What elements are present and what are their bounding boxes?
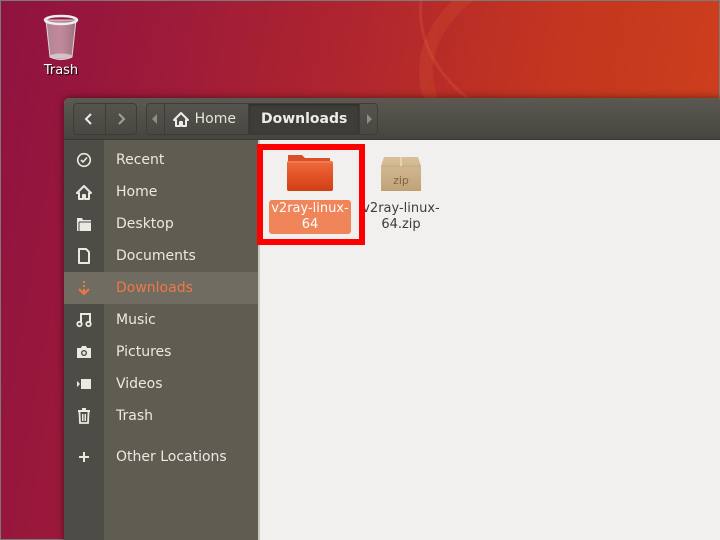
file-view[interactable]: v2ray-linux-64 zip v2ray-linux-64.zip xyxy=(257,140,720,540)
sidebar-item-label: Recent xyxy=(116,152,165,168)
file-item-zip[interactable]: zip v2ray-linux-64.zip xyxy=(358,153,444,234)
sidebar-item-label: Music xyxy=(116,312,156,328)
folder-icon xyxy=(64,217,104,232)
sidebar-item-label: Home xyxy=(116,184,158,200)
file-name: v2ray-linux-64.zip xyxy=(362,201,440,232)
sidebar-item-videos[interactable]: Videos xyxy=(64,368,260,400)
sidebar-item-label: Other Locations xyxy=(116,449,227,465)
video-icon xyxy=(64,378,104,390)
music-icon xyxy=(64,312,104,328)
sidebar-item-label: Trash xyxy=(116,408,153,424)
sidebar-item-label: Desktop xyxy=(116,216,174,232)
zip-badge: zip xyxy=(393,174,409,187)
sidebar-item-trash[interactable]: Trash xyxy=(64,400,260,432)
chevron-right-icon xyxy=(118,113,126,125)
sidebar-item-label: Videos xyxy=(116,376,163,392)
file-name: v2ray-linux-64 xyxy=(269,200,351,234)
sidebar-item-recent[interactable]: Recent xyxy=(64,144,260,176)
navigation-buttons xyxy=(73,103,137,135)
trash-bin-icon xyxy=(43,13,79,61)
forward-button[interactable] xyxy=(104,104,136,134)
path-scroll-right-button[interactable] xyxy=(360,104,377,134)
sidebar-item-label: Downloads xyxy=(116,280,193,296)
sidebar-item-label: Pictures xyxy=(116,344,172,360)
home-icon xyxy=(64,184,104,200)
places-sidebar: Recent Home Desktop Documents Downloads … xyxy=(64,140,260,540)
breadcrumb-downloads-label: Downloads xyxy=(260,111,348,127)
desktop-trash[interactable]: Trash xyxy=(31,13,91,78)
sidebar-separator xyxy=(64,432,260,441)
file-item-folder[interactable]: v2ray-linux-64 xyxy=(267,153,353,234)
breadcrumb-home[interactable]: Home xyxy=(163,104,248,134)
document-icon xyxy=(64,248,104,264)
triangle-left-icon xyxy=(152,114,158,124)
sidebar-item-documents[interactable]: Documents xyxy=(64,240,260,272)
sidebar-item-other-locations[interactable]: Other Locations xyxy=(64,441,260,473)
chevron-left-icon xyxy=(85,113,93,125)
header-bar: Home Downloads xyxy=(64,98,720,140)
back-button[interactable] xyxy=(74,104,105,134)
clock-icon xyxy=(64,152,104,168)
breadcrumb-downloads[interactable]: Downloads xyxy=(247,104,361,134)
sidebar-item-downloads[interactable]: Downloads xyxy=(64,272,260,304)
folder-icon xyxy=(287,155,333,191)
home-icon xyxy=(172,111,189,127)
path-bar: Home Downloads xyxy=(146,103,378,135)
download-icon xyxy=(64,280,104,296)
sidebar-item-pictures[interactable]: Pictures xyxy=(64,336,260,368)
zip-archive-icon: zip xyxy=(381,157,421,191)
plus-icon xyxy=(64,451,104,463)
triangle-right-icon xyxy=(366,114,372,124)
sidebar-item-label: Documents xyxy=(116,248,196,264)
sidebar-item-music[interactable]: Music xyxy=(64,304,260,336)
path-scroll-left-button[interactable] xyxy=(147,104,164,134)
sidebar-item-home[interactable]: Home xyxy=(64,176,260,208)
camera-icon xyxy=(64,345,104,359)
trash-icon xyxy=(64,408,104,424)
desktop-trash-label: Trash xyxy=(43,63,79,78)
breadcrumb-home-label: Home xyxy=(194,111,236,127)
sidebar-item-desktop[interactable]: Desktop xyxy=(64,208,260,240)
file-manager-window: Home Downloads Recent Home Desktop Docum… xyxy=(64,98,720,540)
